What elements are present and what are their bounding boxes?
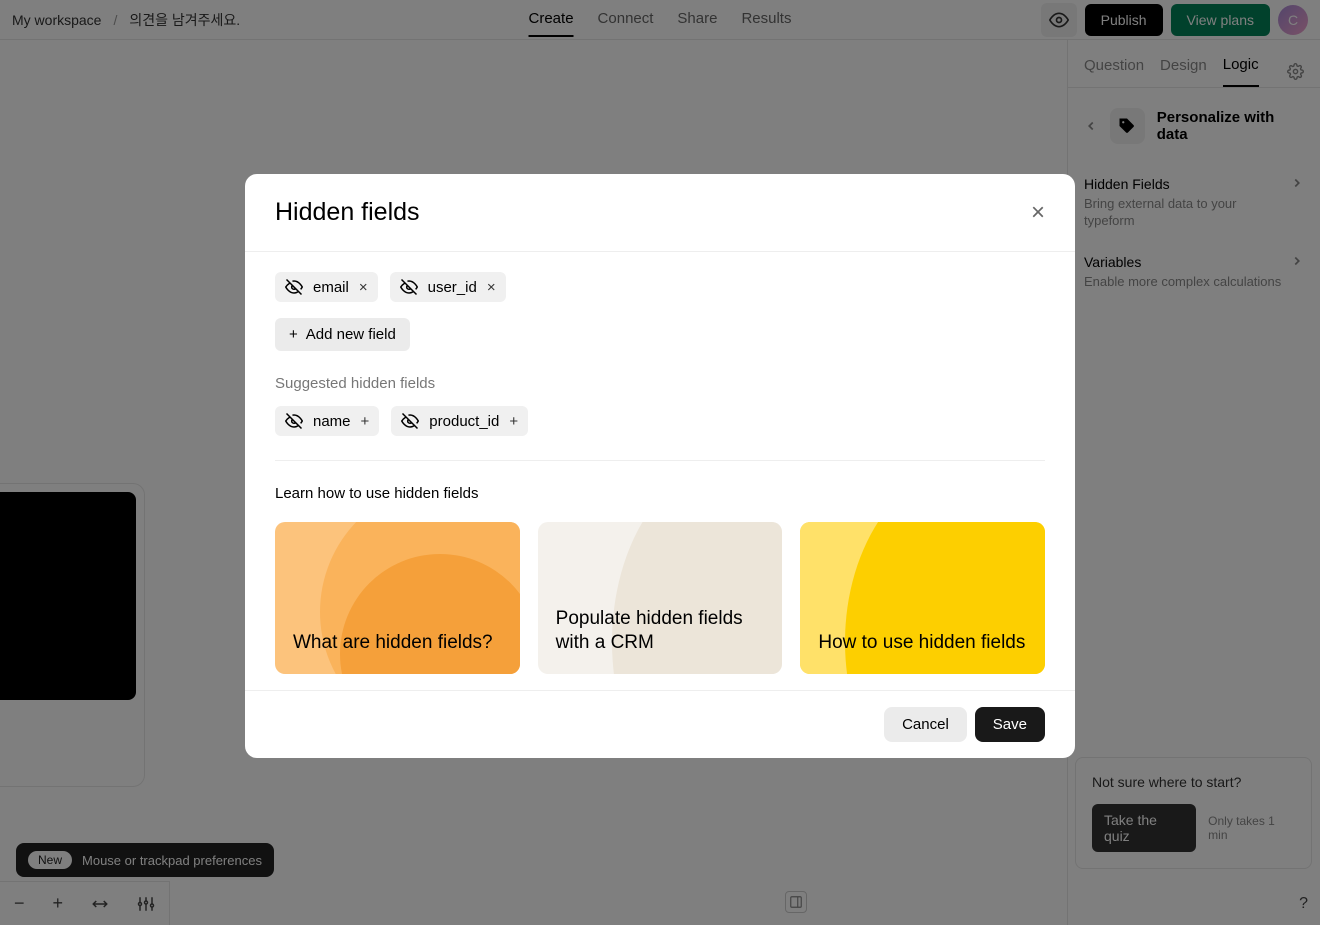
- plus-icon: +: [289, 326, 298, 343]
- chip-label: email: [313, 279, 349, 296]
- card-populate-crm[interactable]: Populate hidden fields with a CRM: [538, 522, 783, 674]
- modal-overlay[interactable]: Hidden fields × email × user_id ×: [0, 0, 1320, 925]
- learn-cards: What are hidden fields? Populate hidden …: [275, 522, 1045, 674]
- hidden-icon: [401, 412, 419, 430]
- modal-title: Hidden fields: [275, 198, 420, 227]
- save-button[interactable]: Save: [975, 707, 1045, 742]
- card-how-to-use[interactable]: How to use hidden fields: [800, 522, 1045, 674]
- suggested-label: Suggested hidden fields: [275, 375, 1045, 392]
- chip-user-id: user_id ×: [390, 272, 506, 302]
- cancel-button[interactable]: Cancel: [884, 707, 967, 742]
- hidden-icon: [400, 278, 418, 296]
- card-label: How to use hidden fields: [818, 631, 1025, 656]
- card-label: What are hidden fields?: [293, 631, 493, 656]
- chip-label: product_id: [429, 413, 499, 430]
- add-field-label: Add new field: [306, 326, 396, 343]
- remove-chip-icon[interactable]: ×: [487, 279, 496, 296]
- chip-name: name +: [275, 406, 379, 436]
- hidden-fields-modal: Hidden fields × email × user_id ×: [245, 174, 1075, 758]
- add-chip-icon[interactable]: +: [361, 413, 370, 430]
- card-what-are-hidden-fields[interactable]: What are hidden fields?: [275, 522, 520, 674]
- hidden-icon: [285, 278, 303, 296]
- card-label: Populate hidden fields with a CRM: [556, 607, 765, 656]
- close-icon[interactable]: ×: [1031, 201, 1045, 225]
- suggested-chips: name + product_id +: [275, 406, 1045, 436]
- chip-product-id: product_id +: [391, 406, 528, 436]
- remove-chip-icon[interactable]: ×: [359, 279, 368, 296]
- learn-title: Learn how to use hidden fields: [275, 485, 1045, 502]
- hidden-fields-chips: email × user_id ×: [275, 272, 1045, 302]
- hidden-icon: [285, 412, 303, 430]
- chip-label: user_id: [428, 279, 477, 296]
- add-field-button[interactable]: + Add new field: [275, 318, 410, 351]
- chip-label: name: [313, 413, 351, 430]
- chip-email: email ×: [275, 272, 378, 302]
- add-chip-icon[interactable]: +: [509, 413, 518, 430]
